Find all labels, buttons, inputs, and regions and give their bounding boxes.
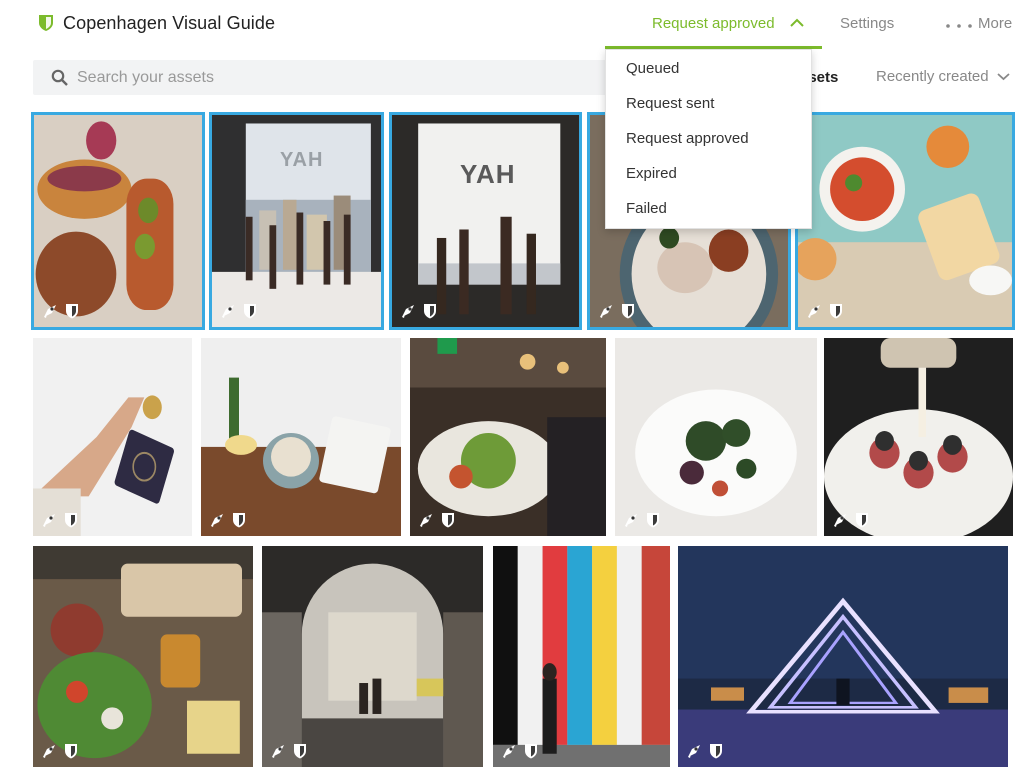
rocket-icon: [42, 303, 58, 319]
tile-badges: [42, 303, 80, 319]
asset-tile[interactable]: [410, 338, 606, 536]
asset-tile[interactable]: [31, 112, 205, 330]
tile-badges: [501, 743, 539, 759]
app-title[interactable]: Copenhagen Visual Guide: [63, 13, 275, 34]
window-lettering: YAH: [280, 149, 324, 171]
asset-thumbnail-window-yah-hands: [212, 115, 381, 327]
asset-tile[interactable]: YAH: [389, 112, 582, 330]
asset-thumbnail-plated-dish: [615, 338, 817, 536]
asset-thumbnail-striped-wall-walker: [493, 546, 670, 767]
dropdown-item-failed[interactable]: Failed: [626, 200, 667, 217]
shield-icon: [63, 512, 79, 528]
shield-icon: [64, 303, 80, 319]
dropdown-item-request-approved[interactable]: Request approved: [626, 130, 749, 147]
asset-tile[interactable]: [201, 338, 401, 536]
asset-tile[interactable]: [33, 546, 253, 767]
tile-badges: [41, 512, 79, 528]
shield-icon: [828, 303, 844, 319]
search-bar[interactable]: [33, 60, 633, 95]
shield-icon: [242, 303, 258, 319]
rocket-icon: [41, 743, 57, 759]
tile-badges: [832, 512, 870, 528]
shield-icon: [523, 743, 539, 759]
tile-badges: [623, 512, 661, 528]
rocket-icon: [598, 303, 614, 319]
more-dots-icon[interactable]: [946, 24, 972, 28]
asset-tile[interactable]: [795, 112, 1015, 330]
asset-thumbnail-window-yah-hands-close: [392, 115, 579, 327]
asset-tile[interactable]: [678, 546, 1008, 767]
asset-thumbnail-light-triangle-night: [678, 546, 1008, 767]
search-icon: [51, 69, 68, 86]
rocket-icon: [501, 743, 517, 759]
asset-tile[interactable]: [493, 546, 670, 767]
more-menu-button[interactable]: More: [978, 15, 1012, 32]
asset-tile[interactable]: [33, 338, 192, 536]
rocket-icon: [832, 512, 848, 528]
settings-link[interactable]: Settings: [840, 15, 894, 32]
dropdown-item-queued[interactable]: Queued: [626, 60, 679, 77]
asset-thumbnail-food-hall: [410, 338, 606, 536]
asset-tile[interactable]: [615, 338, 817, 536]
asset-thumbnail-food-sandwiches: [34, 115, 202, 327]
asset-thumbnail-cafe-table-bowl: [201, 338, 401, 536]
dropdown-item-request-sent[interactable]: Request sent: [626, 95, 714, 112]
status-dropdown-menu: Queued Request sent Request approved Exp…: [605, 49, 812, 229]
asset-thumbnail-dessert-pour: [824, 338, 1013, 536]
shield-icon: [231, 512, 247, 528]
chevron-down-icon[interactable]: [997, 72, 1010, 81]
tile-badges: [41, 743, 79, 759]
tile-badges: [209, 512, 247, 528]
asset-tile[interactable]: [262, 546, 483, 767]
shield-icon: [440, 512, 456, 528]
rocket-icon: [400, 303, 416, 319]
chevron-up-icon[interactable]: [790, 18, 804, 28]
asset-thumbnail-food-salad-drinks: [798, 115, 1012, 327]
asset-thumbnail-hand-coin: [33, 338, 192, 536]
shield-icon: [422, 303, 438, 319]
rocket-icon: [209, 512, 225, 528]
window-lettering: YAH: [460, 159, 516, 189]
rocket-icon: [686, 743, 702, 759]
tile-badges: [400, 303, 438, 319]
shield-icon: [292, 743, 308, 759]
tile-badges: [270, 743, 308, 759]
rocket-icon: [220, 303, 236, 319]
shield-icon: [708, 743, 724, 759]
tile-badges: [598, 303, 636, 319]
asset-tile[interactable]: [824, 338, 1013, 536]
shield-icon: [854, 512, 870, 528]
top-bar: Copenhagen Visual Guide Request approved…: [0, 0, 1024, 50]
sort-select[interactable]: Recently created: [876, 68, 989, 85]
asset-thumbnail-food-table-spread: [33, 546, 253, 767]
rocket-icon: [623, 512, 639, 528]
rocket-icon: [41, 512, 57, 528]
shield-icon: [63, 743, 79, 759]
search-input[interactable]: [77, 60, 617, 95]
shield-icon: [620, 303, 636, 319]
asset-tile[interactable]: YAH: [209, 112, 384, 330]
tile-badges: [806, 303, 844, 319]
rocket-icon: [806, 303, 822, 319]
shield-icon: [645, 512, 661, 528]
tile-badges: [686, 743, 724, 759]
asset-thumbnail-archway-street: [262, 546, 483, 767]
tile-badges: [220, 303, 258, 319]
rocket-icon: [270, 743, 286, 759]
status-filter-toggle[interactable]: Request approved: [652, 15, 775, 32]
shield-icon: [39, 15, 53, 31]
tile-badges: [418, 512, 456, 528]
dropdown-item-expired[interactable]: Expired: [626, 165, 677, 182]
rocket-icon: [418, 512, 434, 528]
